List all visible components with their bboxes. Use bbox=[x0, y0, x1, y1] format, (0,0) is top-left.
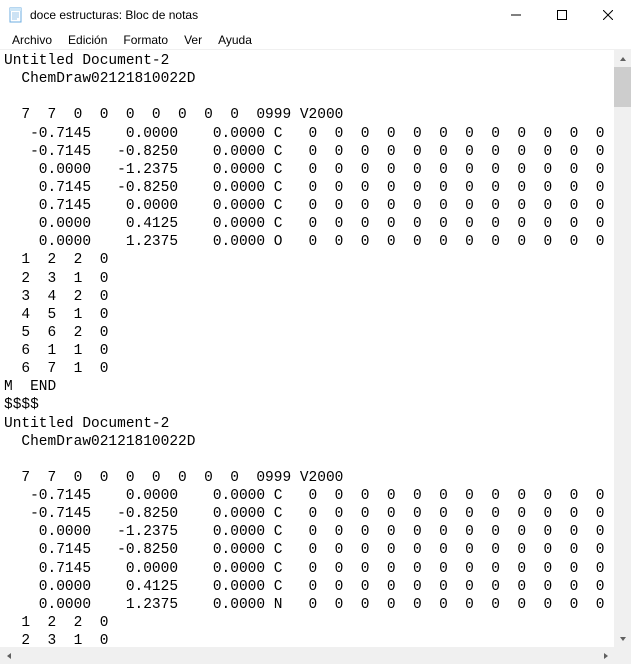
menu-help[interactable]: Ayuda bbox=[210, 31, 260, 49]
maximize-button[interactable] bbox=[539, 0, 585, 30]
menubar: Archivo Edición Formato Ver Ayuda bbox=[0, 30, 631, 50]
scroll-down-button[interactable] bbox=[614, 630, 631, 647]
window-title: doce estructuras: Bloc de notas bbox=[30, 8, 493, 22]
menu-file[interactable]: Archivo bbox=[4, 31, 60, 49]
text-editor[interactable]: Untitled Document-2 ChemDraw02121810022D… bbox=[0, 50, 614, 647]
scrollbar-corner bbox=[614, 647, 631, 664]
vertical-scrollbar[interactable] bbox=[614, 50, 631, 647]
scroll-track-vertical[interactable] bbox=[614, 67, 631, 630]
minimize-button[interactable] bbox=[493, 0, 539, 30]
scroll-right-button[interactable] bbox=[597, 647, 614, 664]
scroll-thumb-vertical[interactable] bbox=[614, 67, 631, 107]
scroll-left-button[interactable] bbox=[0, 647, 17, 664]
close-button[interactable] bbox=[585, 0, 631, 30]
titlebar: doce estructuras: Bloc de notas bbox=[0, 0, 631, 30]
window-controls bbox=[493, 0, 631, 30]
editor-container: Untitled Document-2 ChemDraw02121810022D… bbox=[0, 50, 631, 664]
menu-format[interactable]: Formato bbox=[115, 31, 176, 49]
scroll-track-horizontal[interactable] bbox=[17, 647, 597, 664]
horizontal-scrollbar[interactable] bbox=[0, 647, 614, 664]
menu-edit[interactable]: Edición bbox=[60, 31, 115, 49]
notepad-icon bbox=[8, 7, 24, 23]
scroll-up-button[interactable] bbox=[614, 50, 631, 67]
menu-view[interactable]: Ver bbox=[176, 31, 210, 49]
